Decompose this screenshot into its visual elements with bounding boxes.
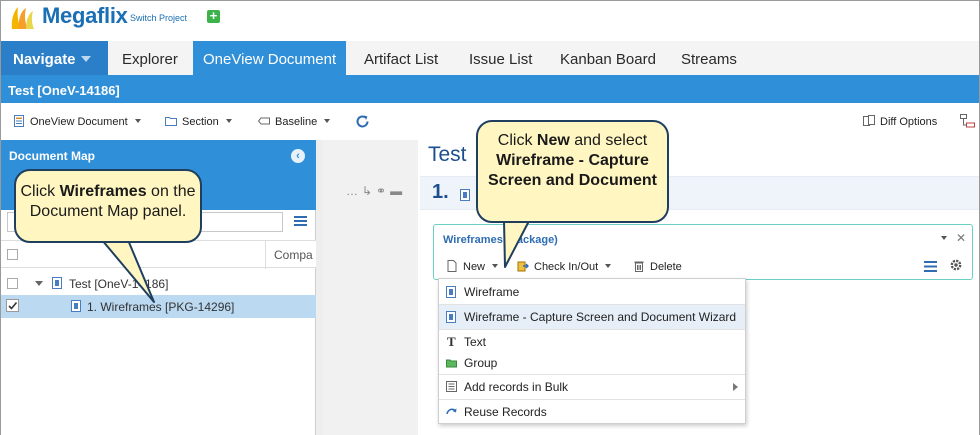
select-all-checkbox[interactable] <box>7 249 18 260</box>
callout-emphasis: Wireframe - Capture Screen and Document <box>488 152 657 189</box>
document-icon <box>52 277 62 289</box>
caret-down-icon <box>134 119 141 123</box>
menu-item-reuse-records[interactable]: Reuse Records <box>439 400 745 424</box>
gear-icon[interactable] <box>949 258 963 272</box>
menu-item-label: Wireframe - Capture Screen and Document … <box>464 310 737 324</box>
callout-pointer <box>503 219 530 268</box>
package-icon <box>71 300 81 312</box>
new-dropdown-menu: Wireframe Wireframe - Capture Screen and… <box>438 278 746 424</box>
switch-project-link[interactable]: Switch Project <box>130 13 187 23</box>
tree-view-icon[interactable] <box>960 114 975 128</box>
baseline-menu[interactable]: Baseline <box>258 115 331 128</box>
wireframe-icon <box>446 311 456 323</box>
tree-row-checkbox[interactable] <box>7 278 18 289</box>
trash-icon <box>634 261 644 272</box>
callout-text: Click <box>20 183 60 200</box>
caret-down-icon <box>225 119 232 123</box>
logo-icon <box>11 7 34 29</box>
group-icon <box>446 359 457 368</box>
baseline-icon <box>258 117 270 125</box>
tab-streams[interactable]: Streams <box>671 41 747 75</box>
menu-item-wireframe[interactable]: Wireframe <box>439 280 745 304</box>
document-map-header: Document Map <box>1 140 316 172</box>
callout-text: and select <box>569 132 648 149</box>
new-document-icon <box>447 260 457 272</box>
app-name[interactable]: Megaflix <box>42 3 128 29</box>
gutter-action-icons[interactable]: …↳⚭▬ <box>346 184 406 198</box>
checkmark-icon[interactable] <box>6 299 20 313</box>
panel-options-caret-icon[interactable] <box>941 236 947 240</box>
tab-explorer[interactable]: Explorer <box>112 41 188 75</box>
hamburger-menu-icon[interactable] <box>924 261 937 272</box>
menu-item-group[interactable]: Group <box>439 351 745 375</box>
new-label: New <box>463 261 486 273</box>
callout-text: Click <box>497 132 537 149</box>
tab-issue-list[interactable]: Issue List <box>459 41 542 75</box>
oneview-document-menu[interactable]: OneView Document <box>13 115 141 128</box>
collapse-left-icon[interactable]: ‹ <box>291 149 305 163</box>
column-divider <box>265 241 266 269</box>
reuse-icon <box>446 408 457 415</box>
column-label: Compa <box>274 248 313 262</box>
tab-kanban-board[interactable]: Kanban Board <box>550 41 666 75</box>
diff-options-button[interactable]: Diff Options <box>863 115 937 128</box>
callout-emphasis: New <box>536 132 570 149</box>
caret-down-icon <box>324 119 331 123</box>
navigate-menu-button[interactable]: Navigate <box>1 41 108 75</box>
caret-down-icon <box>605 264 612 268</box>
section-menu[interactable]: Section <box>165 115 232 128</box>
navigate-label: Navigate <box>13 51 76 68</box>
chevron-right-icon <box>733 383 738 391</box>
callout-document-map: Click Wireframes on the Document Map pan… <box>14 169 202 243</box>
chevron-down-icon <box>80 56 91 62</box>
add-icon[interactable]: + <box>207 9 220 23</box>
top-bar: Megaflix Switch Project + <box>1 1 979 41</box>
menu-item-label: Add records in Bulk <box>464 380 569 394</box>
tab-oneview-document[interactable]: OneView Document <box>193 41 347 75</box>
delete-button[interactable]: Delete <box>633 260 682 273</box>
document-title: Test [OneV-14186] <box>1 78 979 103</box>
callout-pointer <box>101 239 155 303</box>
callout-new-menu: Click New and select Wireframe - Capture… <box>476 120 669 223</box>
hamburger-menu-icon[interactable] <box>294 215 307 227</box>
menu-item-label: Text <box>464 335 487 349</box>
caret-down-icon <box>492 264 499 268</box>
panel-splitter[interactable] <box>316 140 323 435</box>
document-icon <box>14 115 24 127</box>
expand-arrow-icon[interactable] <box>35 281 43 286</box>
menu-item-label: Wireframe <box>464 285 520 299</box>
document-heading: Test <box>428 143 467 166</box>
bulk-add-icon <box>446 381 457 392</box>
wireframe-icon <box>446 286 456 298</box>
tab-artifact-list[interactable]: Artifact List <box>354 41 448 75</box>
package-icon <box>460 189 470 201</box>
menu-item-wireframe-capture-wizard[interactable]: Wireframe - Capture Screen and Document … <box>439 305 745 329</box>
section-number: 1. <box>432 181 449 203</box>
close-icon[interactable]: ✕ <box>956 231 966 245</box>
refresh-icon[interactable] <box>355 114 370 129</box>
menu-item-add-records-bulk[interactable]: Add records in Bulk <box>439 375 745 399</box>
oneview-document-label: OneView Document <box>30 116 128 128</box>
main-nav: Navigate Explorer OneView Document Artif… <box>1 41 979 78</box>
delete-label: Delete <box>650 261 682 273</box>
callout-emphasis: Wireframes <box>59 183 147 200</box>
folder-icon <box>165 117 177 126</box>
diff-options-label: Diff Options <box>880 116 938 128</box>
check-in-out-label: Check In/Out <box>534 261 599 273</box>
menu-item-label: Group <box>464 356 498 370</box>
diff-icon <box>863 115 875 126</box>
baseline-label: Baseline <box>275 116 318 128</box>
menu-item-label: Reuse Records <box>464 405 547 419</box>
section-label: Section <box>182 116 219 128</box>
new-button[interactable]: New <box>446 260 499 273</box>
